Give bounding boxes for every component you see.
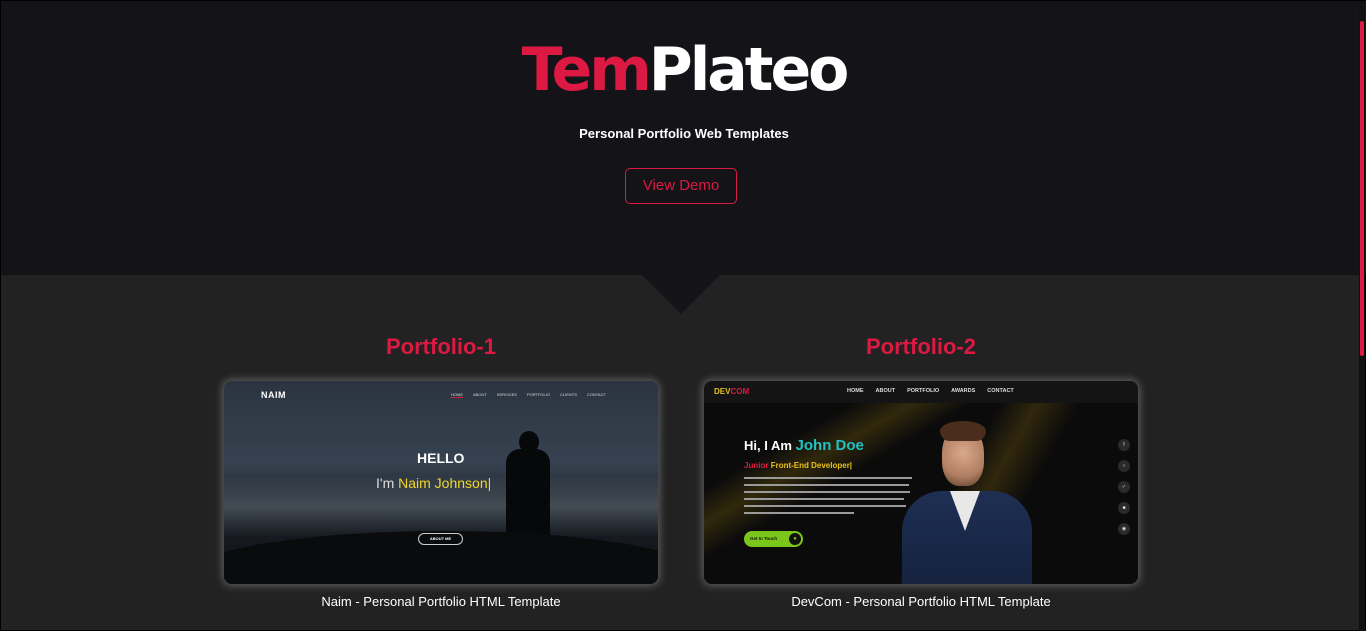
view-demo-button[interactable]: View Demo xyxy=(625,168,737,204)
hero-arrow-decoration xyxy=(641,274,721,314)
brand-logo: TemPlateo xyxy=(1,35,1366,105)
hero-section: TemPlateo Personal Portfolio Web Templat… xyxy=(1,1,1366,275)
preview-nav-item: HOME xyxy=(451,392,463,398)
preview-logo: DEVCOM xyxy=(714,387,749,396)
preview-intro: I'm Naim Johnson| xyxy=(376,475,491,491)
preview-name: Naim Johnson| xyxy=(398,475,492,491)
portfolio-1-title[interactable]: Portfolio-1 xyxy=(224,334,658,360)
portfolio-1-preview[interactable]: NAIM HOME ABOUT SERVICES PORTFOLIO CLIEN… xyxy=(224,381,658,584)
brand-part-red: Tem xyxy=(521,35,652,105)
preview-nav-item: PORTFOLIO xyxy=(526,392,550,397)
portfolio-2-title[interactable]: Portfolio-2 xyxy=(704,334,1138,360)
preview-greeting: Hi, I Am John Doe xyxy=(744,437,864,454)
preview-lorem-text xyxy=(744,477,912,519)
preview-nav-item: ABOUT xyxy=(473,392,487,397)
preview-logo: NAIM xyxy=(261,390,286,400)
preview-nav-item: SERVICES xyxy=(496,392,517,397)
instagram-icon: ○ xyxy=(1118,460,1130,472)
preview-nav-item: PORTFOLIO xyxy=(907,388,940,394)
preview-role: Junior Front-End Developer| xyxy=(744,461,852,470)
tagline: Personal Portfolio Web Templates xyxy=(579,126,789,141)
preview-nav: HOME ABOUT SERVICES PORTFOLIO CLIENTS CO… xyxy=(451,392,606,398)
twitter-icon: ✓ xyxy=(1118,481,1130,493)
preview-about-button: ABOUT ME xyxy=(418,533,463,545)
logo-part-dev: DEV xyxy=(714,387,731,396)
preview-nav-item: ABOUT xyxy=(875,388,896,394)
portfolio-2-preview[interactable]: DEVCOM HOME ABOUT PORTFOLIO AWARDS CONTA… xyxy=(704,381,1138,584)
preview-im: I'm xyxy=(376,475,395,491)
preview-social-icons: f ○ ✓ ■ ◉ xyxy=(1118,439,1130,535)
preview-name: John Doe xyxy=(795,437,864,454)
preview-nav-item: AWARDS xyxy=(951,388,976,394)
scrollbar-thumb[interactable] xyxy=(1360,21,1364,356)
role-part-title: Front-End Developer| xyxy=(770,461,853,470)
linkedin-icon: ■ xyxy=(1118,502,1130,514)
portfolio-1-caption: Naim - Personal Portfolio HTML Template xyxy=(321,594,561,609)
page-scrollbar[interactable] xyxy=(1359,1,1365,631)
preview-nav-item: CONTACT xyxy=(987,388,1014,394)
preview-nav-item: CLIENTS xyxy=(559,392,577,397)
preview-nav-item: HOME xyxy=(847,388,864,394)
brand-part-white: Plateo xyxy=(648,35,850,105)
user-icon: ● xyxy=(789,533,801,545)
preview-get-in-touch-button: Get In Touch ● xyxy=(744,531,803,547)
logo-part-com: COM xyxy=(730,387,750,396)
preview-hello: HELLO xyxy=(417,450,465,466)
facebook-icon: f xyxy=(1118,439,1130,451)
preview-nav-item: CONTACT xyxy=(586,392,606,397)
preview-hi: Hi, I Am xyxy=(744,438,792,453)
github-icon: ◉ xyxy=(1118,523,1130,535)
portfolio-2-caption: DevCom - Personal Portfolio HTML Templat… xyxy=(791,594,1051,609)
portrait-hair xyxy=(940,421,986,441)
preview-nav: HOME ABOUT PORTFOLIO AWARDS CONTACT xyxy=(847,388,1014,394)
get-in-touch-label: Get In Touch xyxy=(750,536,778,541)
role-part-junior: Junior xyxy=(744,461,769,470)
